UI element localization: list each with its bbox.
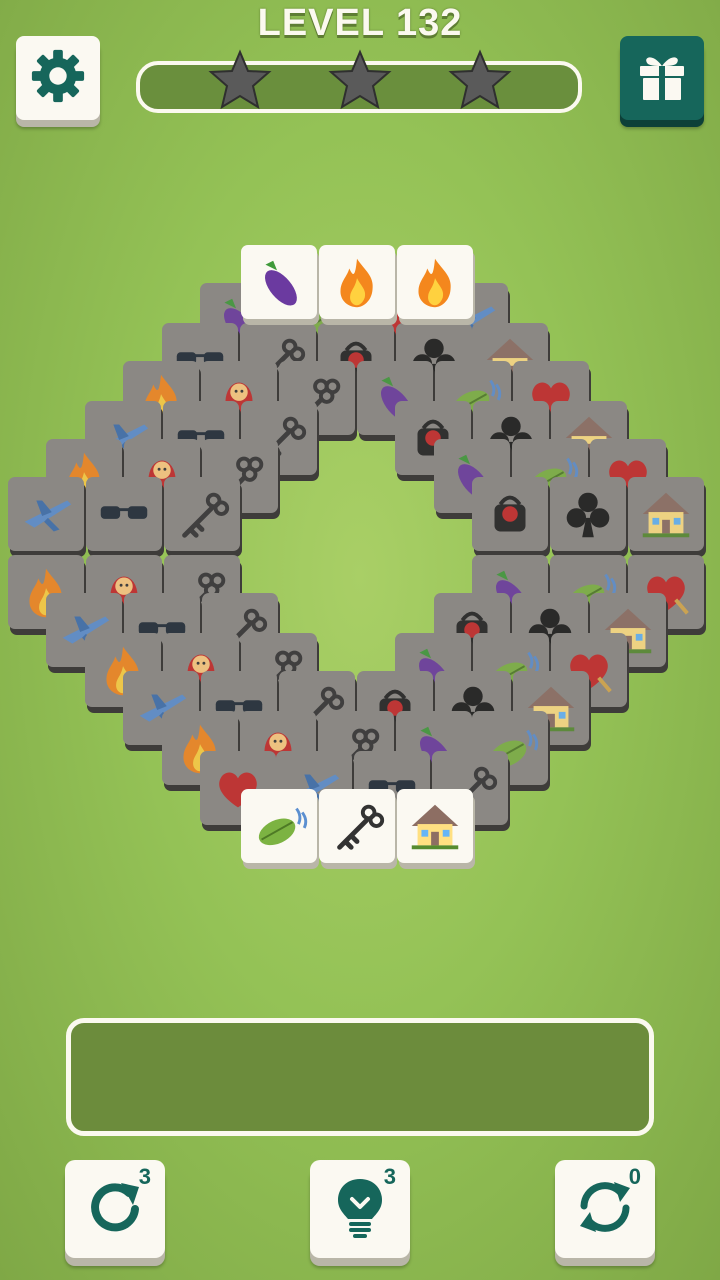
- tile-eggplant[interactable]: [241, 245, 321, 325]
- tile-fire[interactable]: [319, 245, 399, 325]
- tile-key[interactable]: [319, 789, 399, 869]
- gift-button[interactable]: [620, 36, 704, 120]
- tile-house[interactable]: [397, 789, 477, 869]
- house-icon: [628, 477, 704, 551]
- undo-count: 3: [138, 1164, 151, 1189]
- eggplant-icon: [241, 245, 317, 319]
- tile-locked-club: [550, 477, 630, 557]
- undo-icon: [85, 1177, 145, 1241]
- tile-locked-house: [628, 477, 708, 557]
- tile-locked-plane: [8, 477, 88, 557]
- key-icon: [319, 789, 395, 863]
- tile-leaf-wind[interactable]: [241, 789, 321, 869]
- sunglasses-icon: [86, 477, 162, 551]
- shuffle-button[interactable]: 0: [555, 1160, 655, 1258]
- tile-fire[interactable]: [397, 245, 477, 325]
- tile-locked-sunglasses: [86, 477, 166, 557]
- gift-icon: [634, 48, 690, 108]
- key-icon: [164, 477, 240, 551]
- level-title: LEVEL 132: [257, 2, 463, 44]
- house-icon: [397, 789, 473, 863]
- hint-button[interactable]: 3: [310, 1160, 410, 1258]
- fire-icon: [319, 245, 395, 319]
- settings-button[interactable]: [16, 36, 100, 120]
- hint-count: 3: [383, 1164, 396, 1189]
- leaf-wind-icon: [241, 789, 317, 863]
- shuffle-count: 0: [628, 1164, 641, 1189]
- shuffle-icon: [574, 1176, 636, 1242]
- tile-tray: [66, 1018, 654, 1136]
- tile-locked-key: [164, 477, 244, 557]
- star-1-icon: [208, 48, 272, 116]
- star-2-icon: [328, 48, 392, 116]
- tile-locked-bag: [472, 477, 552, 557]
- club-icon: [550, 477, 626, 551]
- fire-icon: [397, 245, 473, 319]
- undo-button[interactable]: 3: [65, 1160, 165, 1258]
- star-3-icon: [448, 48, 512, 116]
- lightbulb-icon: [330, 1175, 390, 1243]
- bag-icon: [472, 477, 548, 551]
- gear-icon: [29, 47, 87, 109]
- plane-icon: [8, 477, 84, 551]
